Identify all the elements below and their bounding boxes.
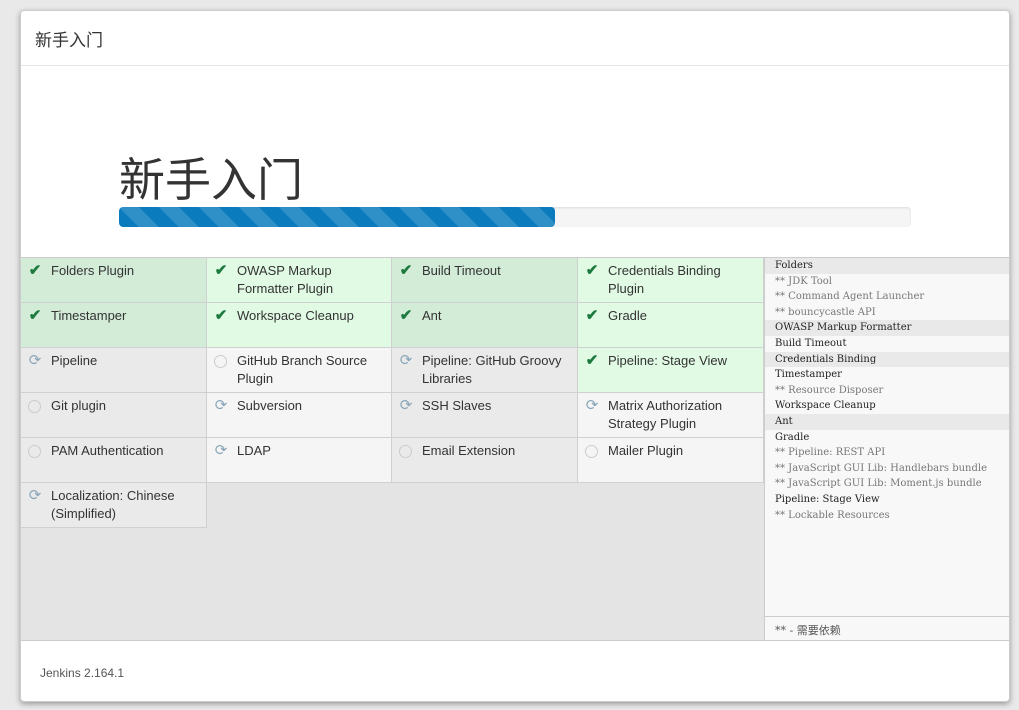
log-line: ** Command Agent Launcher xyxy=(775,291,925,303)
check-icon: ✔ xyxy=(585,307,599,324)
refresh-icon: ⟳ xyxy=(214,442,228,459)
log-line: ** JDK Tool xyxy=(775,275,832,287)
check-icon: ✔ xyxy=(399,307,413,324)
plugin-name: Credentials Binding Plugin xyxy=(608,263,721,296)
check-icon: ✔ xyxy=(585,352,599,369)
dialog-title: 新手入门 xyxy=(21,11,1009,66)
plugin-cell: ⟳ Localization: Chinese (Simplified) xyxy=(21,483,207,528)
pending-circle-icon xyxy=(214,355,227,368)
progress-section: 新手入门 xyxy=(21,66,1009,258)
plugin-name: Pipeline: GitHub Groovy Libraries xyxy=(422,353,562,386)
log-line: Credentials Binding xyxy=(765,351,1009,368)
plugin-cell: ⟳ Subversion xyxy=(207,393,392,438)
refresh-icon: ⟳ xyxy=(399,397,413,414)
log-line: ** JavaScript GUI Lib: Handlebars bundle xyxy=(775,462,988,474)
plugin-name: Pipeline xyxy=(51,353,98,368)
refresh-icon: ⟳ xyxy=(585,397,599,414)
log-line: Gradle xyxy=(775,431,810,443)
install-log[interactable]: Folders ** JDK Tool ** Command Agent Launc… xyxy=(764,258,1009,640)
plugin-name: SSH Slaves xyxy=(422,398,492,413)
setup-wizard-dialog: 新手入门 新手入门 ✔ Folders Plugin ✔ OWASP Markup F… xyxy=(20,10,1010,702)
plugin-cell: ✔ Timestamper xyxy=(21,303,207,348)
pending-circle-icon xyxy=(28,400,41,413)
dependency-legend: ** - 需要依赖 xyxy=(765,616,1009,640)
check-icon: ✔ xyxy=(28,262,42,279)
plugin-name: PAM Authentication xyxy=(51,443,164,458)
plugin-cell: ✔ Credentials Binding Plugin xyxy=(578,258,764,303)
plugin-cell: ✔ OWASP Markup Formatter Plugin xyxy=(207,258,392,303)
footer: Jenkins 2.164.1 xyxy=(21,640,1009,701)
plugin-cell: ✔ Workspace Cleanup xyxy=(207,303,392,348)
plugin-name: Pipeline: Stage View xyxy=(608,353,728,368)
plugin-name: GitHub Branch Source Plugin xyxy=(237,353,368,386)
log-line: ** Pipeline: REST API xyxy=(775,447,886,459)
refresh-icon: ⟳ xyxy=(214,397,228,414)
plugin-name: Build Timeout xyxy=(422,263,501,278)
plugin-name: Workspace Cleanup xyxy=(237,308,354,323)
plugin-cell: ⟳ Matrix Authorization Strategy Plugin xyxy=(578,393,764,438)
plugin-cell: Git plugin xyxy=(21,393,207,438)
log-line: ** Lockable Resources xyxy=(775,509,890,521)
check-icon: ✔ xyxy=(214,307,228,324)
log-lines: Folders ** JDK Tool ** Command Agent Launc… xyxy=(765,258,1009,523)
plugin-cell: Email Extension xyxy=(392,438,578,483)
plugin-cell: PAM Authentication xyxy=(21,438,207,483)
plugin-cell: ⟳ SSH Slaves xyxy=(392,393,578,438)
plugin-name: Gradle xyxy=(608,308,648,323)
plugin-name: OWASP Markup Formatter Plugin xyxy=(237,263,334,296)
log-line: ** JavaScript GUI Lib: Moment.js bundle xyxy=(775,478,982,490)
plugin-name: Matrix Authorization Strategy Plugin xyxy=(608,398,723,431)
plugin-name: Git plugin xyxy=(51,398,106,413)
refresh-icon: ⟳ xyxy=(399,352,413,369)
check-icon: ✔ xyxy=(214,262,228,279)
log-line: Folders xyxy=(765,258,1009,274)
plugin-name: Ant xyxy=(422,308,442,323)
log-line: OWASP Markup Formatter xyxy=(765,320,1009,336)
plugin-cell: ✔ Ant xyxy=(392,303,578,348)
log-line: Workspace Cleanup xyxy=(775,400,876,412)
plugin-cell: Mailer Plugin xyxy=(578,438,764,483)
refresh-icon: ⟳ xyxy=(28,352,42,369)
plugin-cell: GitHub Branch Source Plugin xyxy=(207,348,392,393)
plugin-cell: ✔ Folders Plugin xyxy=(21,258,207,303)
pending-circle-icon xyxy=(28,445,41,458)
plugin-name: Mailer Plugin xyxy=(608,443,684,458)
log-line: Build Timeout xyxy=(775,337,847,349)
pending-circle-icon xyxy=(399,445,412,458)
check-icon: ✔ xyxy=(399,262,413,279)
page-title: 新手入门 xyxy=(119,154,303,206)
plugin-name: Folders Plugin xyxy=(51,263,135,278)
pending-circle-icon xyxy=(585,445,598,458)
jenkins-version: Jenkins 2.164.1 xyxy=(40,666,125,680)
check-icon: ✔ xyxy=(28,307,42,324)
plugin-name: LDAP xyxy=(237,443,271,458)
plugin-name: Localization: Chinese (Simplified) xyxy=(51,488,175,521)
log-line: ** Resource Disposer xyxy=(775,384,884,396)
plugin-name: Subversion xyxy=(237,398,303,413)
plugin-cell: ⟳ LDAP xyxy=(207,438,392,483)
install-progress-bar xyxy=(119,207,911,227)
refresh-icon: ⟳ xyxy=(28,487,42,504)
plugin-install-area: ✔ Folders Plugin ✔ OWASP Markup Formatter P… xyxy=(21,258,1009,640)
check-icon: ✔ xyxy=(585,262,599,279)
plugin-cell: ✔ Gradle xyxy=(578,303,764,348)
plugin-cell: ⟳ Pipeline xyxy=(21,348,207,393)
plugin-cell: ✔ Pipeline: Stage View xyxy=(578,348,764,393)
log-line: Pipeline: Stage View xyxy=(775,493,880,505)
plugin-grid: ✔ Folders Plugin ✔ OWASP Markup Formatter P… xyxy=(21,258,764,528)
progress-fill xyxy=(119,207,555,227)
plugin-name: Email Extension xyxy=(422,443,516,458)
plugin-cell: ⟳ Pipeline: GitHub Groovy Libraries xyxy=(392,348,578,393)
log-line: Timestamper xyxy=(775,369,842,381)
plugin-cell: ✔ Build Timeout xyxy=(392,258,578,303)
plugin-name: Timestamper xyxy=(51,308,127,323)
log-line: Ant xyxy=(765,413,1009,430)
log-line: ** bouncycastle API xyxy=(775,306,876,318)
